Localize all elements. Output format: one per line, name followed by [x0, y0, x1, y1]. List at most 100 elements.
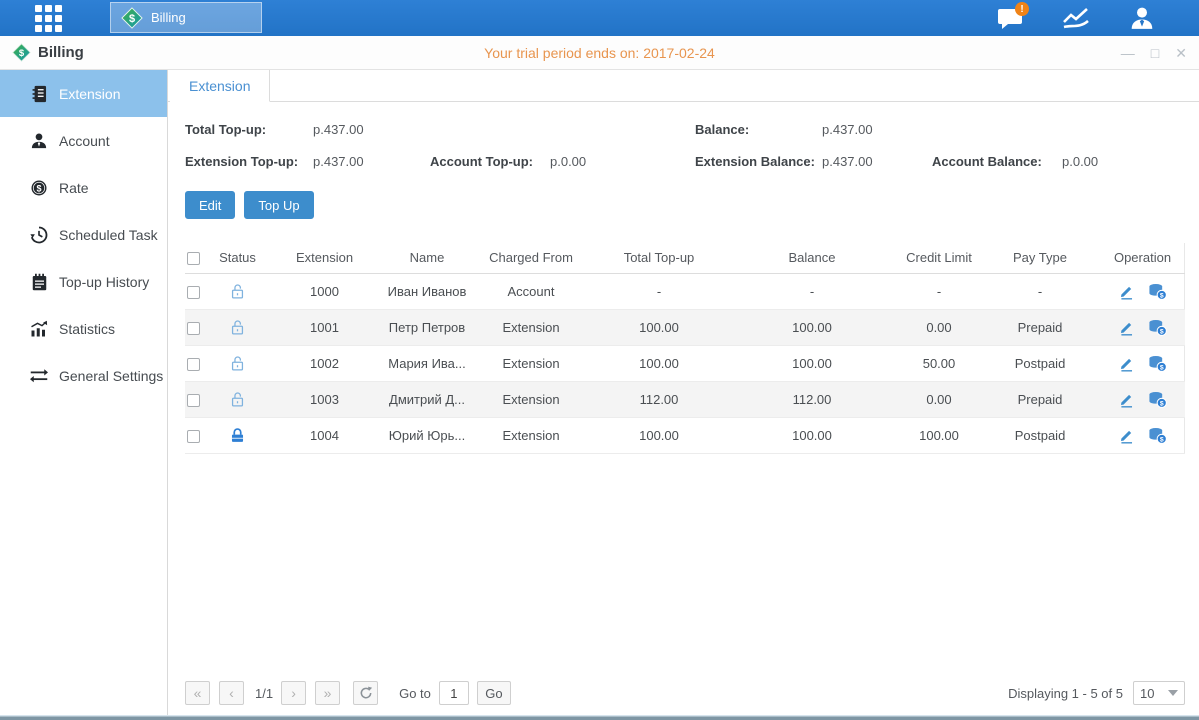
extension-topup-label: Extension Top-up:: [185, 154, 313, 169]
account-balance-label: Account Balance:: [932, 154, 1062, 169]
cell-balance: -: [726, 273, 898, 309]
minimize-button[interactable]: —: [1121, 46, 1135, 60]
cell-extension: 1000: [265, 273, 384, 309]
edit-button[interactable]: Edit: [185, 191, 235, 219]
goto-page-input[interactable]: [439, 681, 469, 705]
sliders-icon: [29, 366, 49, 386]
sidebar-item-label: Account: [59, 133, 110, 149]
cell-balance: 100.00: [726, 345, 898, 381]
extension-balance-label: Extension Balance:: [695, 154, 822, 169]
cell-credit-limit: -: [898, 273, 980, 309]
cell-extension: 1004: [265, 417, 384, 453]
pagination-bar: « ‹ 1/1 › » Go to Go Displaying 1 - 5 of…: [185, 681, 1185, 705]
cell-charged-from: Extension: [470, 381, 592, 417]
sidebar-item-extension[interactable]: Extension: [0, 70, 167, 117]
cell-total-topup: 100.00: [592, 309, 726, 345]
cell-charged-from: Extension: [470, 345, 592, 381]
cell-extension: 1002: [265, 345, 384, 381]
col-header-total-topup: Total Top-up: [592, 243, 726, 273]
prev-page-button[interactable]: ‹: [219, 681, 244, 705]
top-up-row-icon[interactable]: $: [1148, 427, 1167, 444]
taskbar-tab-label: Billing: [151, 10, 186, 25]
page-indicator: 1/1: [255, 686, 273, 701]
sidebar-item-topup-history[interactable]: Top-up History: [0, 258, 167, 305]
extension-balance-value: p.437.00: [822, 154, 932, 169]
extension-topup-value: p.437.00: [313, 154, 430, 169]
col-header-status: Status: [210, 243, 265, 273]
first-page-button[interactable]: «: [185, 681, 210, 705]
svg-text:$: $: [1160, 436, 1164, 443]
main-content: Extension Total Top-up: p.437.00 Balance…: [168, 70, 1199, 715]
top-up-row-icon[interactable]: $: [1148, 319, 1167, 336]
displaying-text: Displaying 1 - 5 of 5: [1008, 686, 1123, 701]
top-up-row-icon[interactable]: $: [1148, 355, 1167, 372]
close-button[interactable]: ✕: [1175, 46, 1187, 60]
cell-credit-limit: 0.00: [898, 381, 980, 417]
sidebar-item-rate[interactable]: $ Rate: [0, 164, 167, 211]
balance-label: Balance:: [695, 122, 822, 137]
table-row: 1001 Петр Петров Extension 100.00 100.00…: [185, 309, 1185, 345]
edit-row-icon[interactable]: [1118, 319, 1135, 336]
top-up-row-icon[interactable]: $: [1148, 283, 1167, 300]
page-size-value: 10: [1140, 686, 1154, 701]
page-size-select[interactable]: 10: [1133, 681, 1185, 705]
col-header-charged-from: Charged From: [470, 243, 592, 273]
sidebar-item-account[interactable]: Account: [0, 117, 167, 164]
sidebar-item-general-settings[interactable]: General Settings: [0, 352, 167, 399]
user-account-button[interactable]: [1125, 4, 1159, 32]
refresh-icon: [359, 686, 373, 700]
sidebar-item-label: Top-up History: [59, 274, 149, 290]
lock-closed-icon: [210, 427, 265, 444]
svg-text:$: $: [36, 183, 41, 193]
tab-extension[interactable]: Extension: [170, 70, 270, 102]
maximize-button[interactable]: □: [1151, 46, 1159, 60]
ledger-icon: [29, 84, 49, 104]
edit-row-icon[interactable]: [1118, 391, 1135, 408]
edit-row-icon[interactable]: [1118, 355, 1135, 372]
lock-open-icon: [210, 319, 265, 336]
go-button[interactable]: Go: [477, 681, 511, 705]
row-checkbox[interactable]: [187, 322, 200, 335]
sidebar-item-scheduled-task[interactable]: Scheduled Task: [0, 211, 167, 258]
svg-text:$: $: [19, 48, 25, 59]
cell-extension: 1001: [265, 309, 384, 345]
next-page-button[interactable]: ›: [281, 681, 306, 705]
last-page-button[interactable]: »: [315, 681, 340, 705]
cell-credit-limit: 100.00: [898, 417, 980, 453]
taskbar-tab-billing[interactable]: $ Billing: [110, 2, 262, 33]
person-icon: [29, 131, 49, 151]
cell-name: Петр Петров: [384, 309, 470, 345]
refresh-button[interactable]: [353, 681, 378, 705]
top-up-button[interactable]: Top Up: [244, 191, 313, 219]
edit-row-icon[interactable]: [1118, 283, 1135, 300]
resource-monitor-button[interactable]: [1059, 4, 1093, 32]
cell-charged-from: Account: [470, 273, 592, 309]
chevron-down-icon: [1168, 690, 1178, 696]
cell-credit-limit: 50.00: [898, 345, 980, 381]
row-checkbox[interactable]: [187, 358, 200, 371]
lock-open-icon: [210, 391, 265, 408]
total-topup-value: p.437.00: [313, 122, 430, 137]
dollar-circle-icon: $: [29, 178, 49, 198]
sidebar: Extension Account $: [0, 70, 168, 715]
table-body: 1000 Иван Иванов Account - - - - $: [185, 273, 1185, 453]
cell-pay-type: Postpaid: [980, 417, 1100, 453]
sidebar-item-statistics[interactable]: Statistics: [0, 305, 167, 352]
table-row: 1004 Юрий Юрь... Extension 100.00 100.00…: [185, 417, 1185, 453]
col-header-name: Name: [384, 243, 470, 273]
extension-table: Status Extension Name Charged From Total…: [185, 243, 1185, 454]
row-checkbox[interactable]: [187, 430, 200, 443]
notifications-button[interactable]: !: [993, 4, 1027, 32]
top-up-row-icon[interactable]: $: [1148, 391, 1167, 408]
user-icon: [1129, 5, 1155, 31]
edit-row-icon[interactable]: [1118, 427, 1135, 444]
history-clock-icon: [29, 225, 49, 245]
window-bottom-edge: [0, 715, 1199, 720]
row-checkbox[interactable]: [187, 286, 200, 299]
select-all-checkbox[interactable]: [187, 252, 200, 265]
apps-grid-icon[interactable]: [35, 5, 65, 32]
window-title: Billing: [38, 44, 84, 61]
cell-name: Мария Ива...: [384, 345, 470, 381]
row-checkbox[interactable]: [187, 394, 200, 407]
sidebar-item-label: Statistics: [59, 321, 115, 337]
